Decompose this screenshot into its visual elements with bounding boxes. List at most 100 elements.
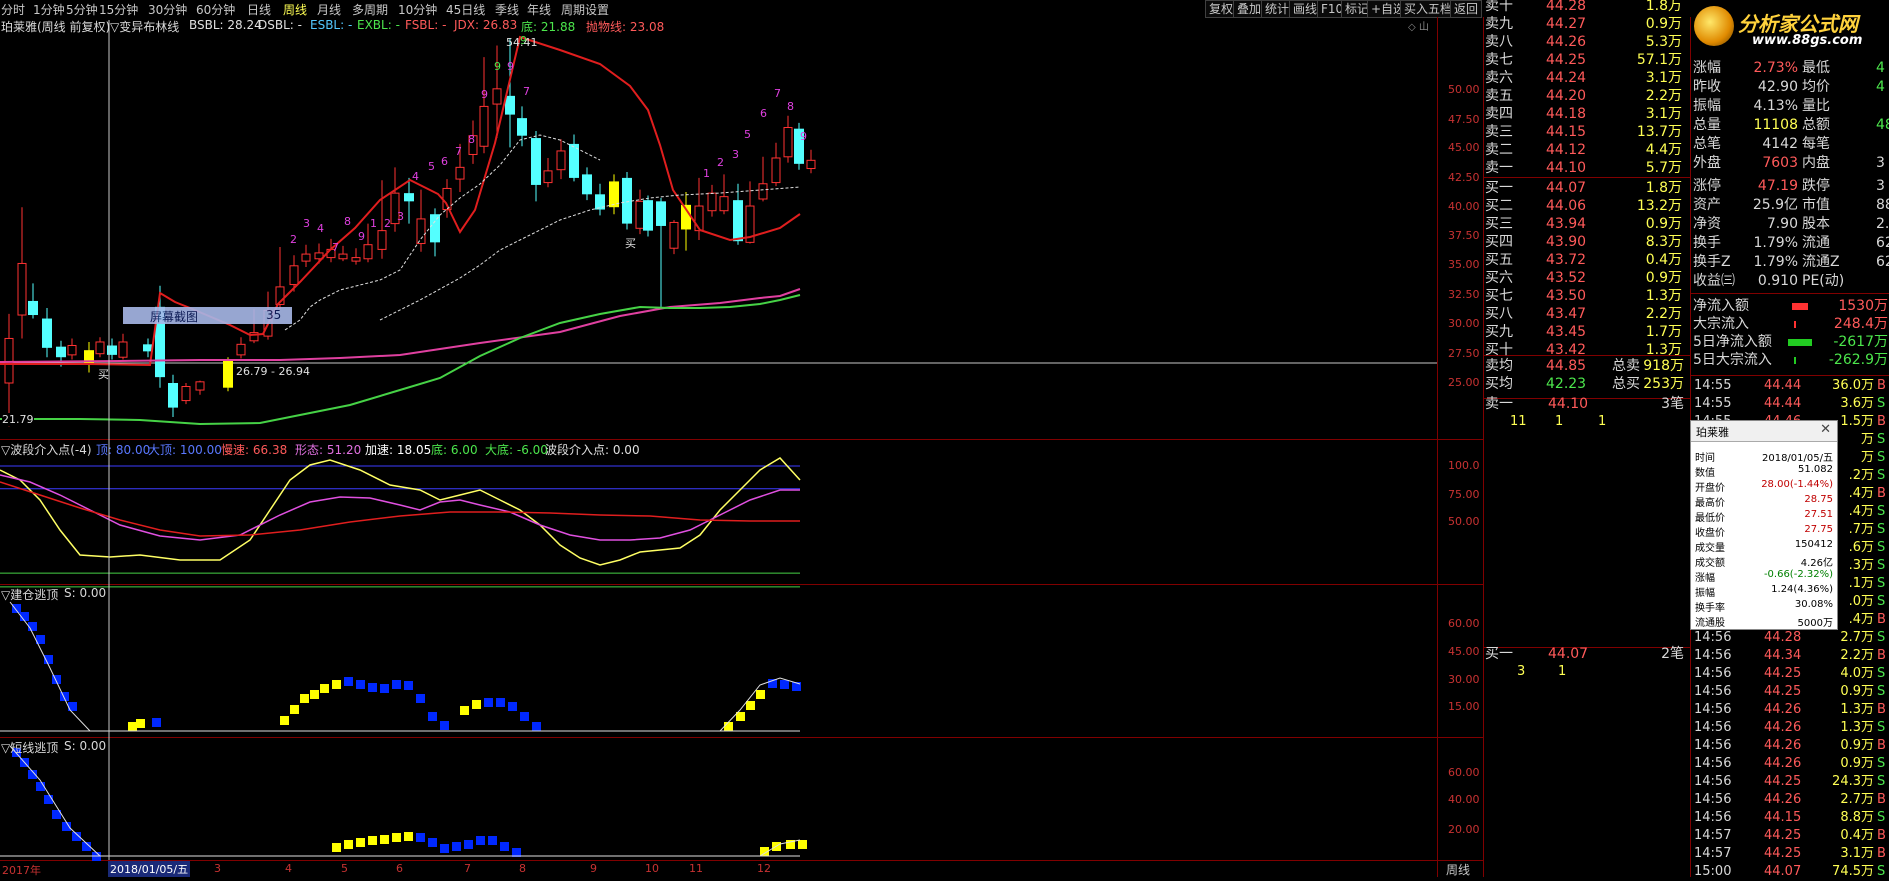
popup-value: 2018/01/05/五: [1761, 453, 1833, 464]
step-block: [798, 840, 807, 849]
ob-price[interactable]: 44.27: [1546, 15, 1586, 33]
x-tick: 6: [396, 862, 403, 875]
stat-label: 流通Z: [1802, 254, 1840, 270]
step-block: [152, 718, 161, 727]
ob-label: 买七: [1485, 288, 1513, 304]
ob-price[interactable]: 43.52: [1546, 269, 1586, 287]
stat-label: 每笔: [1802, 136, 1830, 152]
candle-down: [56, 346, 66, 358]
ob-price[interactable]: 43.90: [1546, 233, 1586, 251]
tick-time: 14:56: [1694, 720, 1732, 735]
ob-price[interactable]: 44.10: [1546, 159, 1586, 177]
stat-label: 最低: [1802, 60, 1830, 76]
ob-price[interactable]: 44.28: [1546, 0, 1586, 15]
ob-volume: 4.4万: [1645, 142, 1682, 158]
tab-14[interactable]: 周期设置: [561, 1, 609, 18]
tick-price: 44.28: [1764, 630, 1802, 645]
ob-price[interactable]: 44.18: [1546, 105, 1586, 123]
flow-label: 5日净流入额: [1693, 334, 1772, 350]
low-value: 21.79: [2, 413, 34, 426]
step-block: [332, 680, 341, 689]
ob-price[interactable]: 43.94: [1546, 215, 1586, 233]
flow-value: 248.4万: [1833, 316, 1888, 332]
candle-up: [479, 105, 489, 147]
step-block: [404, 681, 413, 690]
tick-side: S: [1877, 396, 1886, 411]
tick-price: 44.44: [1764, 378, 1802, 393]
candle-up: [543, 170, 553, 184]
tab-9[interactable]: 多周期: [352, 1, 388, 18]
tab-11[interactable]: 45日线: [446, 1, 485, 18]
flow-value: -2617万: [1833, 334, 1888, 350]
ob-price[interactable]: 44.24: [1546, 69, 1586, 87]
tab-3[interactable]: 15分钟: [99, 1, 138, 18]
step-block: [520, 712, 529, 721]
stat-value: 48: [1876, 117, 1889, 133]
tick-side: B: [1877, 738, 1886, 753]
close-icon[interactable]: ◇ 山: [1408, 18, 1429, 33]
flow-bar: [1788, 339, 1812, 346]
screenshot-overlay[interactable]: 屏幕截图 35: [123, 307, 292, 324]
tick-volume: 36.0万: [1832, 378, 1874, 393]
ob-label: 卖九: [1485, 16, 1513, 32]
popup-key: 换手率: [1695, 603, 1725, 614]
candle-up: [181, 386, 191, 402]
close-icon[interactable]: ✕: [1820, 422, 1831, 437]
stat-label: 市值: [1802, 197, 1830, 213]
toolbar-button-8[interactable]: 返回: [1450, 0, 1483, 18]
panel4-title[interactable]: ▽短线逃顶: [1, 739, 58, 756]
candle-up: [289, 265, 299, 286]
tab-8[interactable]: 月线: [317, 1, 341, 18]
tick-time: 14:56: [1694, 702, 1732, 717]
ob-price[interactable]: 44.26: [1546, 33, 1586, 51]
queue-count: 2笔: [1661, 646, 1684, 662]
tab-7[interactable]: 周线: [283, 1, 307, 18]
ob-price[interactable]: 44.20: [1546, 87, 1586, 105]
tick-side: B: [1877, 378, 1886, 393]
tab-0[interactable]: 分时: [1, 1, 25, 18]
legend-item: 顶: 80.00: [96, 443, 151, 457]
panel2-title[interactable]: ▽波段介入点(-4): [1, 441, 92, 458]
ob-volume: 2.2万: [1645, 88, 1682, 104]
ob-price[interactable]: 43.50: [1546, 287, 1586, 305]
tick-price: 44.26: [1764, 792, 1802, 807]
ob-price[interactable]: 44.25: [1546, 51, 1586, 69]
tab-5[interactable]: 60分钟: [196, 1, 235, 18]
ob-price[interactable]: 43.45: [1546, 323, 1586, 341]
tab-13[interactable]: 年线: [527, 1, 551, 18]
ob-price[interactable]: 44.15: [1546, 123, 1586, 141]
indicator-title[interactable]: ▽变异布林线: [110, 18, 179, 35]
count-number: 4: [412, 170, 419, 183]
ob-price[interactable]: 44.12: [1546, 141, 1586, 159]
tick-volume: 0.9万: [1840, 756, 1874, 771]
y-tick: 27.50: [1448, 347, 1480, 360]
step-block: [472, 700, 481, 709]
popup-key: 数值: [1695, 468, 1715, 479]
ob-price[interactable]: 43.47: [1546, 305, 1586, 323]
toolbar-button-7[interactable]: 买入五档: [1400, 0, 1457, 18]
ob-price[interactable]: 44.07: [1546, 179, 1586, 197]
tab-10[interactable]: 10分钟: [398, 1, 437, 18]
ob-price[interactable]: 43.72: [1546, 251, 1586, 269]
tick-side: S: [1877, 810, 1886, 825]
x-tick: 5: [341, 862, 348, 875]
tick-volume: 2.7万: [1840, 792, 1874, 807]
stat-value: 0.910: [1757, 273, 1798, 289]
tab-12[interactable]: 季线: [495, 1, 519, 18]
stat-value: 1.79%: [1753, 254, 1798, 270]
panel3-title[interactable]: ▽建仓逃顶: [1, 586, 58, 603]
tab-6[interactable]: 日线: [247, 1, 271, 18]
ob-avg-label: 买均: [1485, 376, 1513, 392]
ob-price[interactable]: 44.06: [1546, 197, 1586, 215]
ob-label: 卖六: [1485, 70, 1513, 86]
tab-2[interactable]: 5分钟: [66, 1, 98, 18]
step-block: [356, 838, 365, 847]
wave-indicator-chart: [0, 457, 801, 588]
candle-down: [28, 300, 38, 316]
tick-volume: 2.7万: [1840, 630, 1874, 645]
popup-header[interactable]: 珀莱雅 ✕: [1691, 421, 1837, 442]
info-popup[interactable]: 珀莱雅 ✕ 时间 2018/01/05/五 数值 51.082 开盘价 28.00(-1.…: [1690, 420, 1838, 630]
candlestick-chart[interactable]: 23 47891 2345 67899 99712356789: [0, 34, 1437, 427]
tab-4[interactable]: 30分钟: [148, 1, 187, 18]
tab-1[interactable]: 1分钟: [33, 1, 65, 18]
